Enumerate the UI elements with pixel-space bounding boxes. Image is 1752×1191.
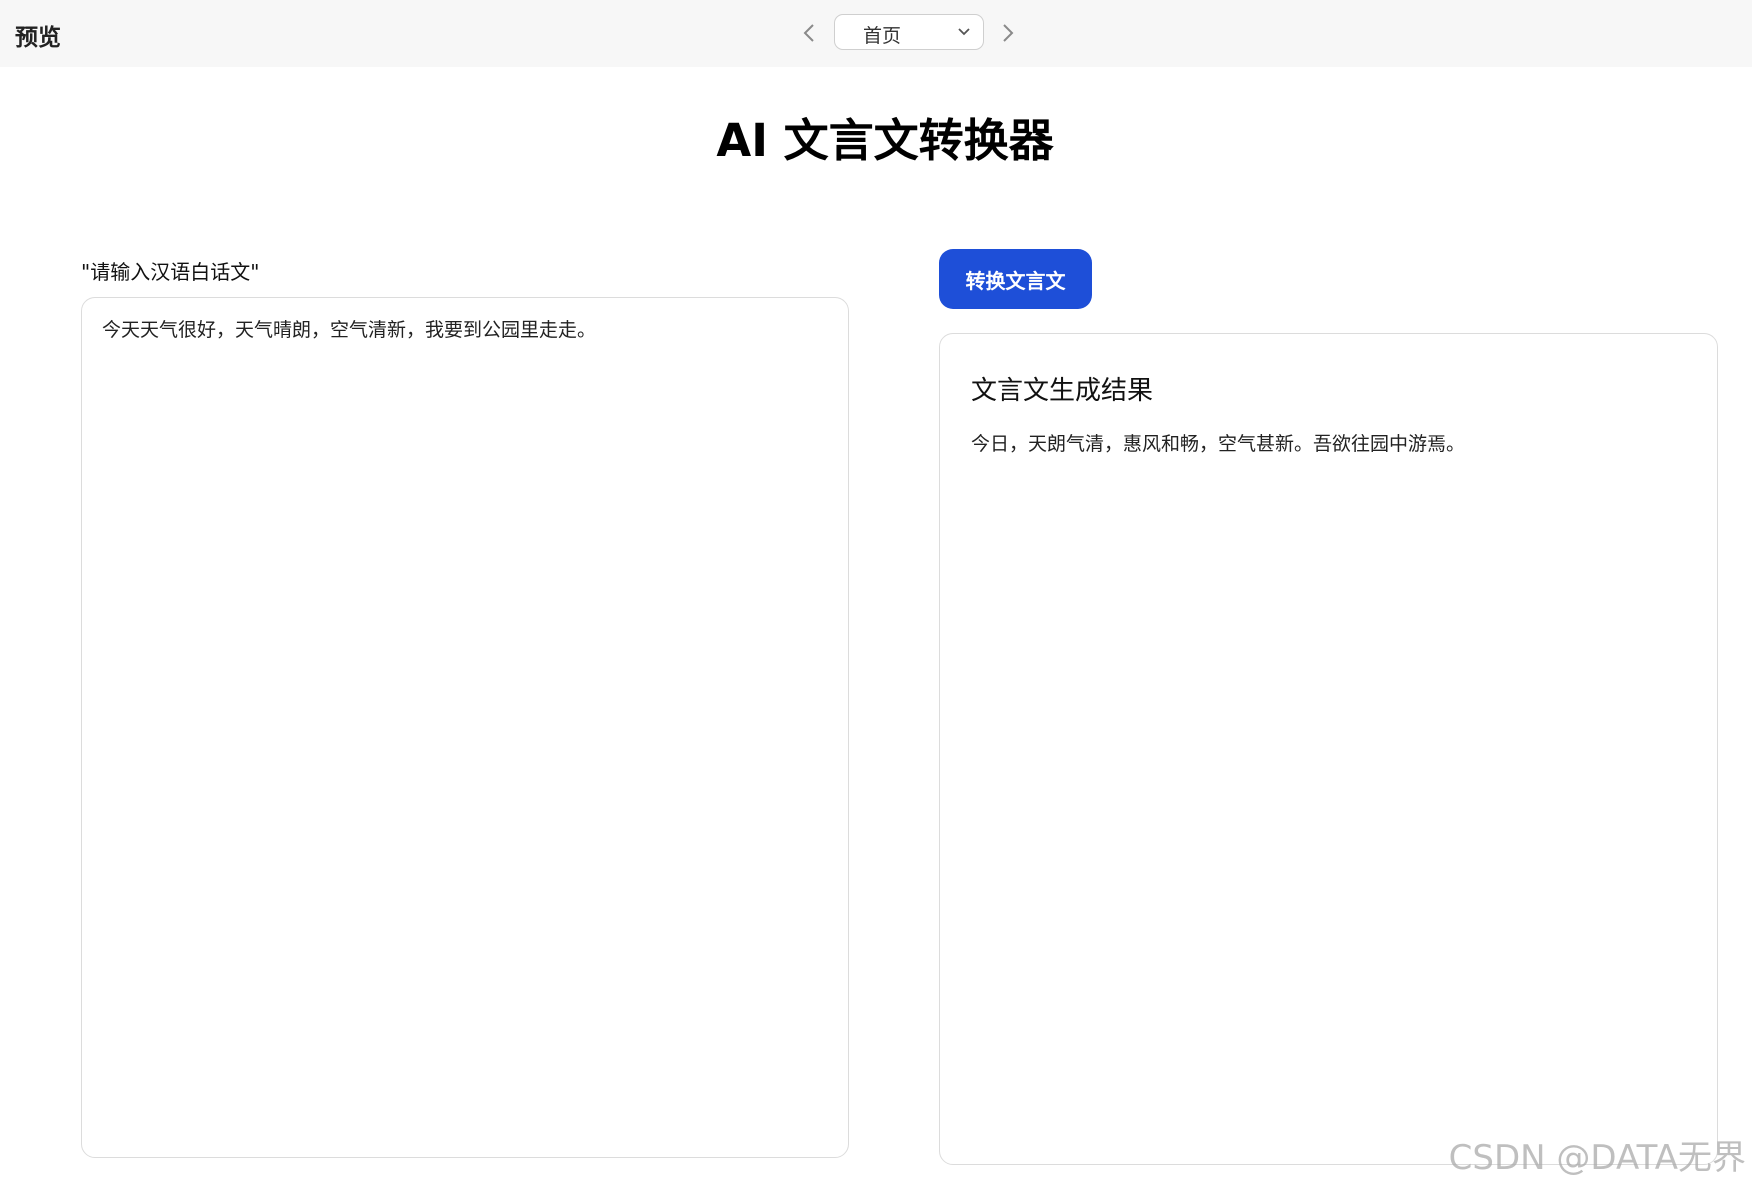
convert-button[interactable]: 转换文言文 [939,249,1092,309]
result-card: 文言文生成结果 今日，天朗气清，惠风和畅，空气甚新。吾欲往园中游焉。 [939,333,1718,1165]
chevron-left-icon[interactable] [797,18,821,48]
page-select[interactable]: 首页 [834,14,984,50]
watermark: CSDN @DATA无界 [1448,1138,1746,1178]
result-text: 今日，天朗气清，惠风和畅，空气甚新。吾欲往园中游焉。 [971,433,1466,455]
top-bar: 预览 首页 [0,0,1752,67]
page-title: AI 文言文转换器 [716,114,1054,167]
preview-title: 预览 [15,25,61,51]
input-label: "请输入汉语白话文" [81,260,260,284]
vernacular-input[interactable]: 今天天气很好，天气晴朗，空气清新，我要到公园里走走。 [81,297,849,1158]
result-title: 文言文生成结果 [971,376,1154,406]
page-select-value: 首页 [863,25,902,47]
chevron-right-icon[interactable] [996,18,1020,48]
chevron-down-icon [958,28,970,36]
